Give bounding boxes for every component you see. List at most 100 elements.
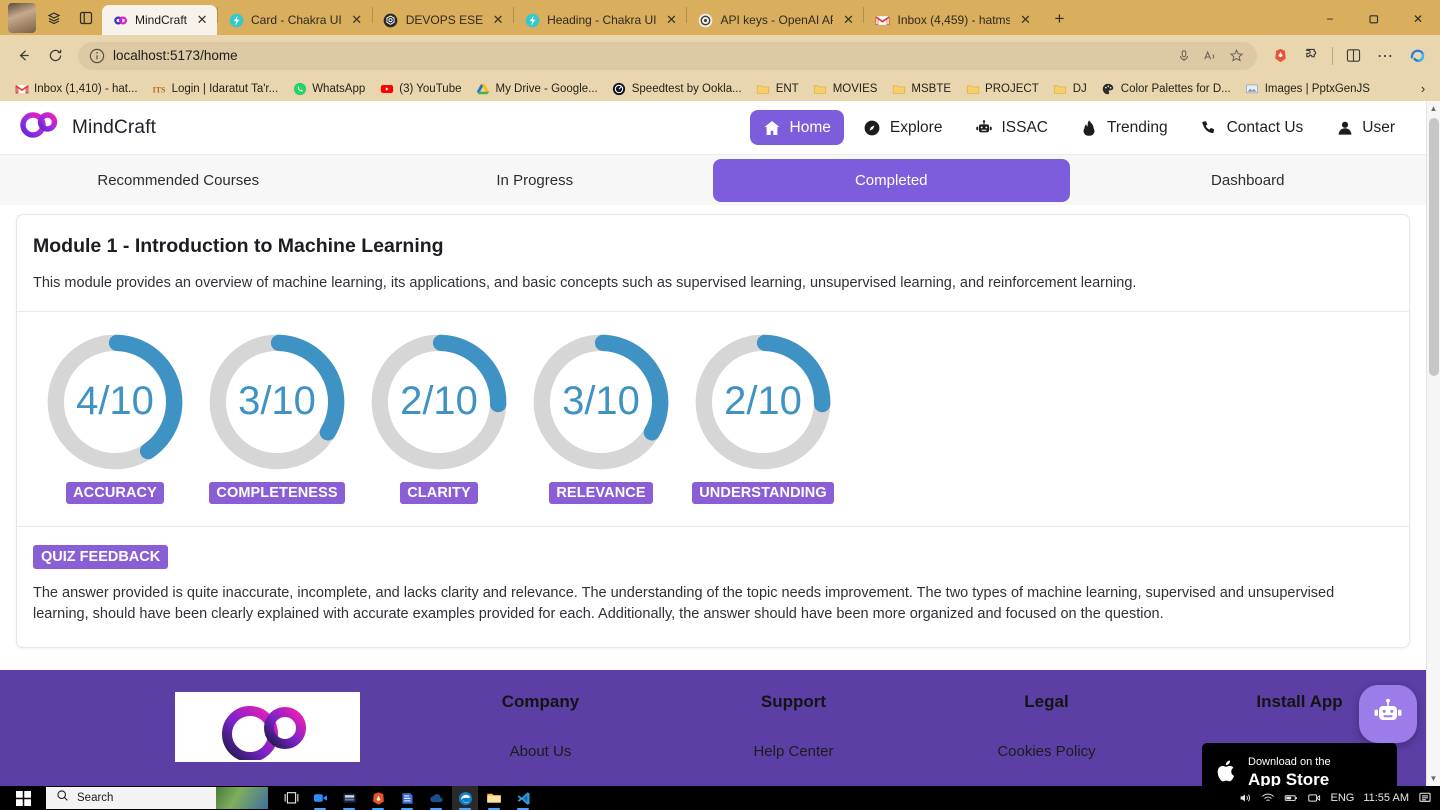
bookmark-item[interactable]: (3) YouTube <box>373 79 467 98</box>
close-icon[interactable]: ✕ <box>349 12 365 28</box>
bookmark-item[interactable]: MSBTE <box>885 79 957 98</box>
bookmark-item[interactable]: PROJECT <box>959 79 1045 98</box>
tray-clock[interactable]: 11:55 AM <box>1363 792 1409 804</box>
tab-completed[interactable]: Completed <box>713 159 1070 202</box>
scrollbar-thumb[interactable] <box>1429 118 1439 376</box>
nav-item-contact-us[interactable]: Contact Us <box>1187 110 1317 145</box>
reload-icon[interactable] <box>40 41 70 71</box>
file-explorer-icon[interactable] <box>481 786 507 810</box>
browser-tab-0[interactable]: MindCraft ✕ <box>102 5 218 35</box>
nav-item-home[interactable]: Home <box>749 110 844 145</box>
zoom-icon[interactable] <box>307 786 333 810</box>
bookmark-item[interactable]: ENT <box>750 79 805 98</box>
close-icon[interactable]: ✕ <box>1017 12 1033 28</box>
page-scrollbar[interactable]: ▲ ▼ <box>1426 101 1440 786</box>
start-button[interactable] <box>0 786 46 810</box>
new-tab-button[interactable]: + <box>1046 6 1072 32</box>
nav-item-trending[interactable]: Trending <box>1067 110 1181 145</box>
app-store-line2: App Store <box>1248 770 1330 786</box>
close-icon[interactable]: ✕ <box>840 12 856 28</box>
browser-tab-2[interactable]: DEVOPS ESE ✕ <box>373 5 513 35</box>
mic-icon[interactable] <box>1171 45 1197 67</box>
webcam-icon[interactable] <box>1307 791 1321 805</box>
browser-tab-5[interactable]: Inbox (4,459) - hatmsb11 ✕ <box>864 5 1040 35</box>
app-store-button[interactable]: Download on the App Store <box>1202 743 1397 786</box>
close-icon[interactable]: ✕ <box>490 12 506 28</box>
volume-icon[interactable] <box>1238 791 1252 805</box>
onedrive-icon[interactable] <box>423 786 449 810</box>
browser-tab-1[interactable]: Card - Chakra UI ✕ <box>218 5 372 35</box>
footer-link-about-us[interactable]: About Us <box>414 743 667 760</box>
scroll-down-arrow[interactable]: ▼ <box>1427 771 1440 786</box>
task-view-icon[interactable] <box>278 786 304 810</box>
bookmarks-bar: Inbox (1,410) - hat... ITS Login | Idara… <box>0 76 1440 101</box>
chatbot-fab-button[interactable] <box>1359 685 1417 743</box>
gauge-value: 2/10 <box>400 378 478 422</box>
copilot-icon[interactable] <box>1402 41 1432 71</box>
tab-in-progress[interactable]: In Progress <box>357 155 714 205</box>
gauge-value: 3/10 <box>238 378 316 422</box>
bookmark-label: MSBTE <box>911 82 952 95</box>
brave-icon[interactable] <box>365 786 391 810</box>
book-icon[interactable] <box>394 786 420 810</box>
edge-icon[interactable] <box>452 786 478 810</box>
gauge-value: 4/10 <box>76 378 154 422</box>
tab-groups-icon[interactable] <box>39 3 69 33</box>
vscode-icon[interactable] <box>510 786 536 810</box>
wifi-icon[interactable] <box>1261 791 1275 805</box>
home-icon <box>763 118 782 137</box>
split-view-icon[interactable] <box>1338 41 1368 71</box>
more-options-icon[interactable]: ⋯ <box>1370 41 1400 71</box>
maximize-button[interactable] <box>1352 3 1396 35</box>
folder-icon <box>813 81 828 96</box>
profile-avatar[interactable] <box>8 3 36 33</box>
split-screen-icon[interactable] <box>71 3 101 33</box>
svg-text:ITS: ITS <box>153 85 166 94</box>
bookmark-item[interactable]: DJ <box>1047 79 1093 98</box>
browser-tab-3[interactable]: Heading - Chakra UI ✕ <box>514 5 686 35</box>
browser-tab-4[interactable]: API keys - OpenAI API ✕ <box>687 5 863 35</box>
close-icon[interactable]: ✕ <box>194 12 210 28</box>
taskbar-search[interactable]: Search <box>46 787 268 809</box>
bookmark-item[interactable]: Images | PptxGenJS <box>1239 79 1376 98</box>
site-info-icon[interactable] <box>88 47 106 65</box>
nav-item-explore[interactable]: Explore <box>850 110 956 145</box>
bookmark-item[interactable]: Speedtest by Ookla... <box>606 79 748 98</box>
bookmark-item[interactable]: Inbox (1,410) - hat... <box>8 79 144 98</box>
bookmark-label: Login | Idaratut Ta'r... <box>171 82 279 95</box>
favorite-star-icon[interactable] <box>1223 45 1249 67</box>
gauge-ring: 2/10 <box>695 334 831 469</box>
tab-recommended-courses[interactable]: Recommended Courses <box>0 155 357 205</box>
extensions-icon[interactable] <box>1297 41 1327 71</box>
brand[interactable]: MindCraft <box>18 107 156 148</box>
bookmarks-overflow-icon[interactable]: › <box>1414 79 1432 99</box>
footer-link-help-center[interactable]: Help Center <box>667 743 920 760</box>
tray-language[interactable]: ENG <box>1330 792 1354 804</box>
bookmark-item[interactable]: MOVIES <box>807 79 884 98</box>
close-window-button[interactable]: ✕ <box>1396 3 1440 35</box>
robot-icon <box>974 118 993 137</box>
bookmark-item[interactable]: My Drive - Google... <box>469 79 603 98</box>
user-icon <box>1335 118 1354 137</box>
gauge-ring: 3/10 <box>533 334 669 469</box>
bookmark-item[interactable]: Color Palettes for D... <box>1095 79 1237 98</box>
minimize-button[interactable]: − <box>1308 3 1352 35</box>
address-bar[interactable]: localhost:5173/home <box>78 41 1257 70</box>
nav-item-issac[interactable]: ISSAC <box>961 110 1061 145</box>
extension-brave-icon[interactable] <box>1265 41 1295 71</box>
browser-window: MindCraft ✕ Card - Chakra UI ✕ DEVOPS ES… <box>0 0 1440 786</box>
bookmark-item[interactable]: WhatsApp <box>286 79 371 98</box>
gauge-ring: 2/10 <box>371 334 507 469</box>
battery-icon[interactable] <box>1284 791 1298 805</box>
nav-item-user[interactable]: User <box>1322 110 1408 145</box>
close-icon[interactable]: ✕ <box>663 12 679 28</box>
read-aloud-icon[interactable] <box>1197 45 1223 67</box>
bookmark-item[interactable]: ITS Login | Idaratut Ta'r... <box>146 79 285 98</box>
tab-dashboard[interactable]: Dashboard <box>1070 155 1427 205</box>
scroll-up-arrow[interactable]: ▲ <box>1427 101 1440 116</box>
footer-column-legal: Legal Cookies Policy <box>920 692 1173 786</box>
footer-link-cookies-policy[interactable]: Cookies Policy <box>920 743 1173 760</box>
back-icon[interactable] <box>8 41 38 71</box>
vlc-dark-icon[interactable] <box>336 786 362 810</box>
notifications-icon[interactable] <box>1418 791 1432 805</box>
